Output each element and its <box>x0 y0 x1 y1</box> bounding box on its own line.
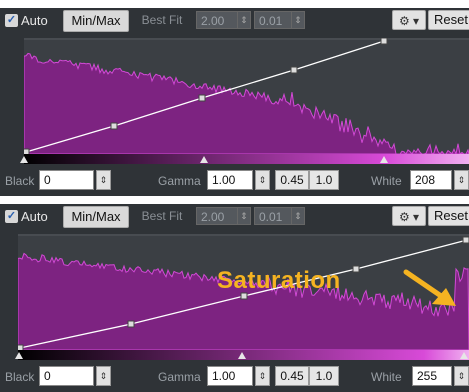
curve-handle <box>462 236 469 244</box>
curve-handle <box>380 38 388 45</box>
min-percent-spinner[interactable]: ⇕ <box>237 207 251 225</box>
auto-label: Auto <box>21 209 48 224</box>
white-point-marker[interactable] <box>380 156 388 163</box>
gamma-preset-045-button[interactable]: 0.45 <box>275 170 309 190</box>
curve-handle <box>110 122 118 130</box>
toolbar: ✓ Auto Min/Max Best Fit 2.00 ⇕ 0.01 ⇕ ⚙ … <box>0 8 469 34</box>
gamma-preset-045-button[interactable]: 0.45 <box>275 366 309 386</box>
curve-handle <box>198 94 206 102</box>
histogram-svg <box>24 38 469 154</box>
gear-menu-button[interactable]: ⚙ ▾ <box>392 10 426 30</box>
minmax-button[interactable]: Min/Max <box>63 10 129 32</box>
black-value-field[interactable]: 0 <box>39 366 94 386</box>
toolbar: ✓ Auto Min/Max Best Fit 2.00 ⇕ 0.01 ⇕ ⚙ … <box>0 204 469 230</box>
histogram-area <box>24 52 469 154</box>
reset-button[interactable]: Reset <box>428 206 469 226</box>
levels-row: Black 0 ⇕ Gamma 1.00 ⇕ 0.45 1.0 White 25… <box>0 364 469 390</box>
display-panel-bottom: ✓ Auto Min/Max Best Fit 2.00 ⇕ 0.01 ⇕ ⚙ … <box>0 204 469 392</box>
gamma-marker[interactable] <box>238 352 246 359</box>
white-spinner[interactable]: ⇕ <box>454 366 469 386</box>
curve-handle <box>127 320 135 328</box>
black-spinner[interactable]: ⇕ <box>96 366 111 386</box>
gear-menu-button[interactable]: ⚙ ▾ <box>392 206 426 226</box>
gamma-label: Gamma <box>158 174 201 188</box>
gamma-value-field[interactable]: 1.00 <box>207 170 253 190</box>
histogram-plot[interactable] <box>24 38 469 154</box>
black-label: Black <box>5 174 35 188</box>
white-label: White <box>371 370 402 384</box>
gamma-spinner[interactable]: ⇕ <box>255 366 270 386</box>
min-percent-field[interactable]: 2.00 <box>196 207 238 225</box>
saturation-annotation: Saturation <box>217 267 341 294</box>
black-label: Black <box>5 370 35 384</box>
step-field[interactable]: 0.01 <box>254 11 292 29</box>
black-spinner[interactable]: ⇕ <box>96 170 111 190</box>
gamma-value-field[interactable]: 1.00 <box>207 366 253 386</box>
min-percent-field[interactable]: 2.00 <box>196 11 238 29</box>
black-value-field[interactable]: 0 <box>39 170 94 190</box>
step-spinner[interactable]: ⇕ <box>291 11 305 29</box>
reset-button[interactable]: Reset <box>428 10 469 30</box>
gamma-preset-10-button[interactable]: 1.0 <box>309 366 339 386</box>
gradient-strip <box>24 154 469 164</box>
auto-checkbox[interactable]: ✓ <box>5 14 18 27</box>
step-spinner[interactable]: ⇕ <box>291 207 305 225</box>
saturation-arrow-icon <box>403 269 456 306</box>
white-point-marker[interactable] <box>460 352 468 359</box>
gamma-label: Gamma <box>158 370 201 384</box>
white-label: White <box>371 174 402 188</box>
auto-checkbox[interactable]: ✓ <box>5 210 18 223</box>
black-point-marker[interactable] <box>20 156 28 163</box>
gamma-preset-10-button[interactable]: 1.0 <box>309 170 339 190</box>
step-field[interactable]: 0.01 <box>254 207 292 225</box>
display-panel-top: ✓ Auto Min/Max Best Fit 2.00 ⇕ 0.01 ⇕ ⚙ … <box>0 8 469 196</box>
black-point-marker[interactable] <box>15 352 23 359</box>
white-spinner[interactable]: ⇕ <box>454 170 469 190</box>
minmax-button[interactable]: Min/Max <box>63 206 129 228</box>
bestfit-button[interactable]: Best Fit <box>133 10 191 30</box>
bestfit-button[interactable]: Best Fit <box>133 206 191 226</box>
curve-handle <box>352 265 360 273</box>
min-percent-spinner[interactable]: ⇕ <box>237 11 251 29</box>
gamma-spinner[interactable]: ⇕ <box>255 170 270 190</box>
white-value-field[interactable]: 255 <box>412 366 452 386</box>
curve-handle <box>290 66 298 74</box>
gamma-marker[interactable] <box>200 156 208 163</box>
auto-label: Auto <box>21 13 48 28</box>
levels-row: Black 0 ⇕ Gamma 1.00 ⇕ 0.45 1.0 White 20… <box>0 168 469 194</box>
white-value-field[interactable]: 208 <box>410 170 452 190</box>
